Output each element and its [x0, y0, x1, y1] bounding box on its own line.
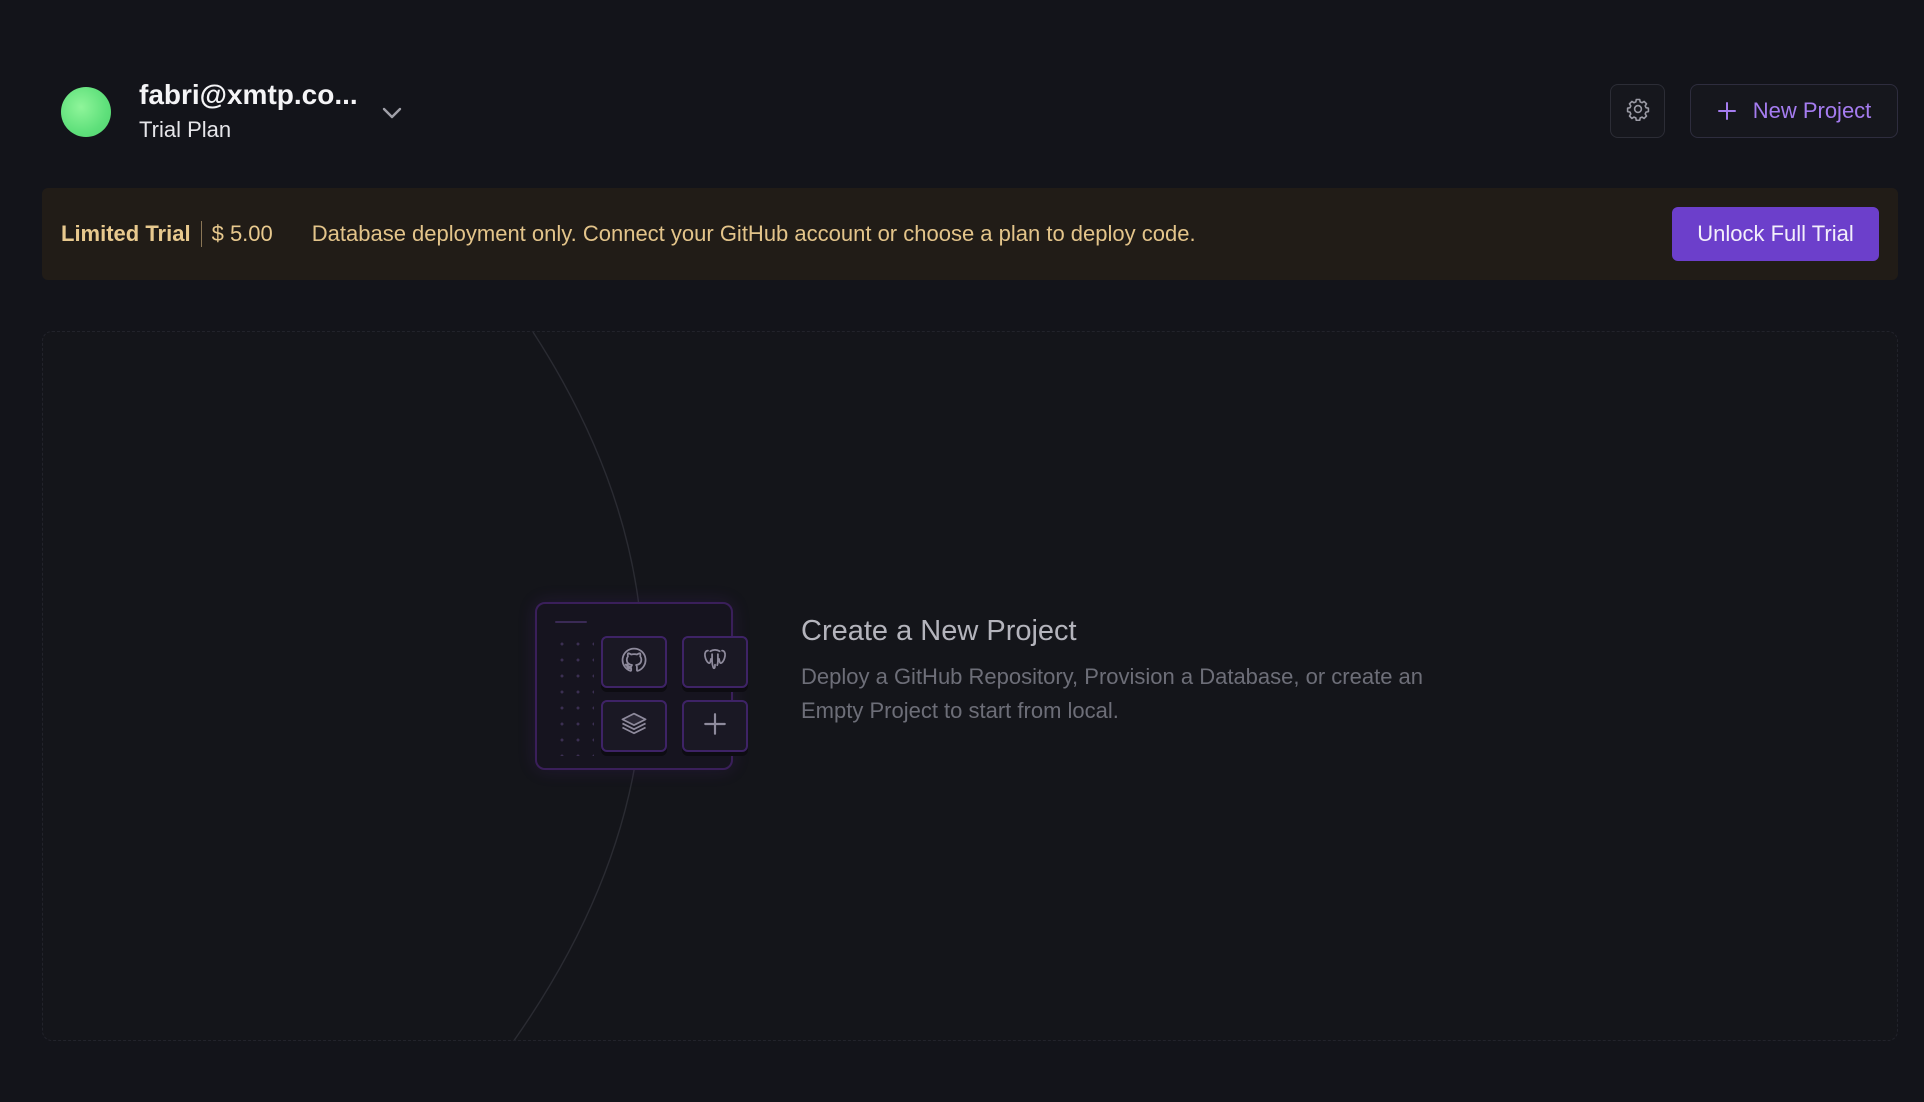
settings-button[interactable]	[1610, 84, 1665, 138]
banner-title: Limited Trial	[61, 221, 191, 246]
avatar	[61, 86, 111, 137]
trial-credit-amount: $ 5.00	[211, 221, 273, 246]
top-header: fabri@xmtp.co... Trial Plan New Project	[0, 0, 1924, 188]
chevron-down-icon[interactable]	[380, 101, 404, 125]
banner-message: Database deployment only. Connect your G…	[311, 221, 1196, 246]
account-plan: Trial Plan	[139, 117, 232, 142]
github-icon	[620, 646, 648, 679]
empty-state-title: Create a New Project	[801, 615, 1077, 647]
empty-project-tile[interactable]	[601, 700, 667, 752]
project-illustration	[535, 602, 755, 774]
new-project-label: New Project	[1752, 98, 1872, 123]
empty-projects-panel[interactable]: Create a New Project Deploy a GitHub Rep…	[42, 331, 1898, 1041]
empty-state-text: Create a New Project Deploy a GitHub Rep…	[801, 612, 1441, 728]
plus-icon	[702, 711, 728, 742]
database-tile[interactable]	[682, 636, 748, 688]
account-email: fabri@xmtp.co...	[139, 79, 358, 110]
gear-icon	[1626, 97, 1650, 126]
github-tile[interactable]	[601, 636, 667, 688]
account-info: fabri@xmtp.co... Trial Plan	[139, 78, 358, 145]
empty-state-description: Deploy a GitHub Repository, Provision a …	[801, 664, 1424, 723]
account-switcher[interactable]: fabri@xmtp.co... Trial Plan	[61, 78, 404, 145]
new-project-button[interactable]: New Project	[1690, 84, 1898, 138]
postgres-icon	[701, 646, 729, 679]
plus-icon	[1717, 101, 1737, 121]
illustration-dot-grid	[554, 636, 594, 756]
stack-icon	[619, 710, 649, 743]
trial-banner: Limited Trial $ 5.00 Database deployment…	[42, 188, 1898, 280]
banner-divider	[200, 221, 202, 247]
add-tile[interactable]	[682, 700, 748, 752]
illustration-line	[555, 621, 587, 623]
unlock-full-trial-button[interactable]: Unlock Full Trial	[1672, 207, 1879, 261]
